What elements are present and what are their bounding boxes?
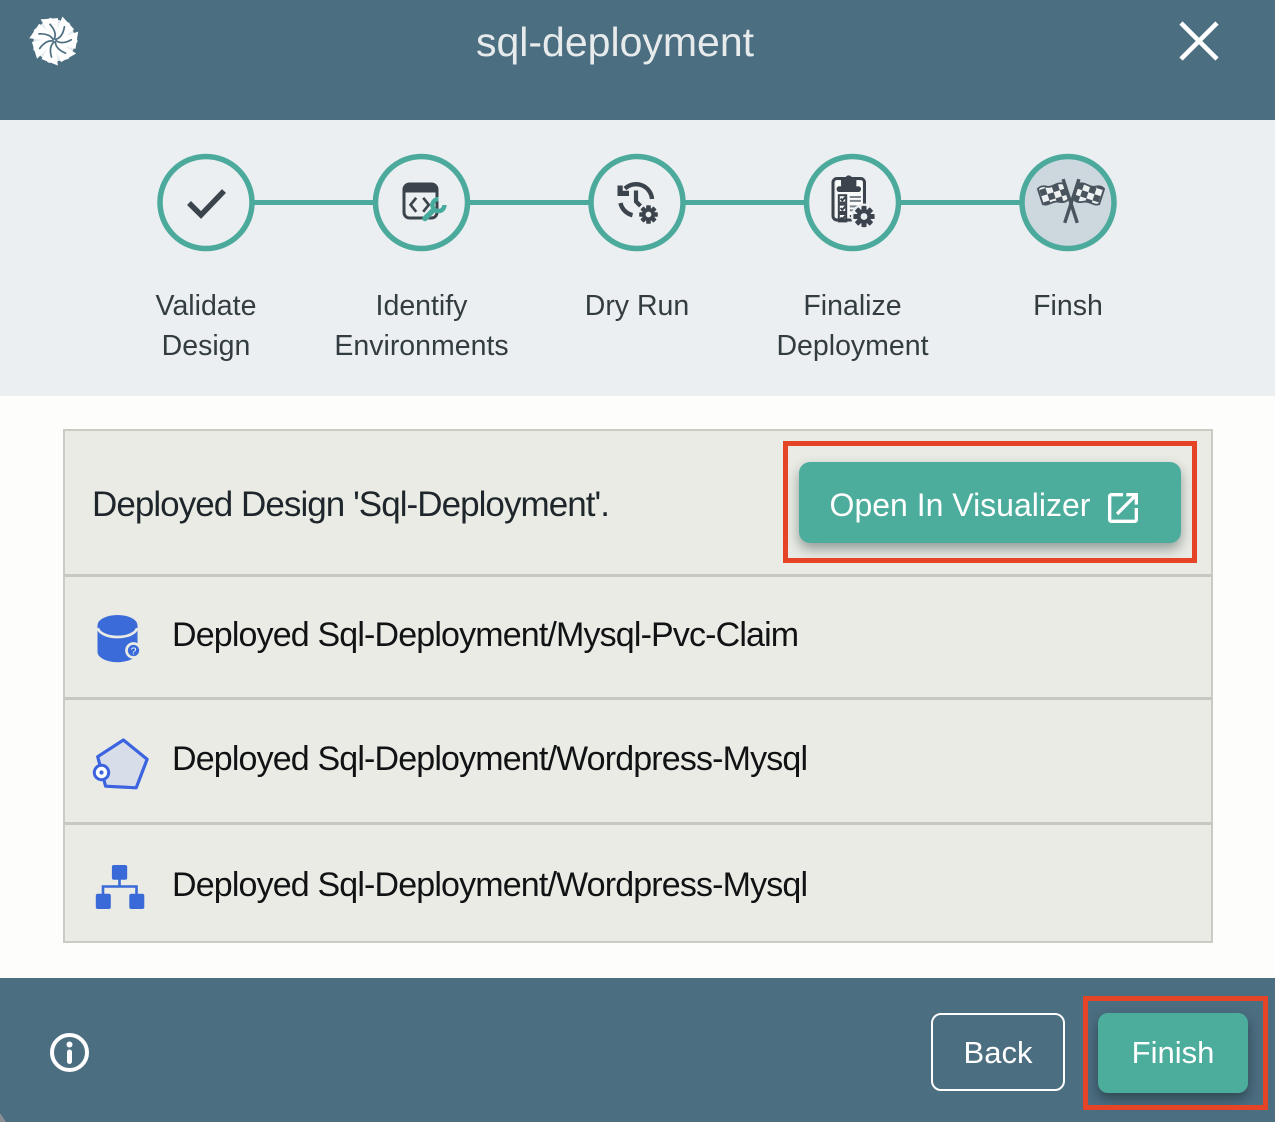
svg-text:?: ?: [131, 646, 137, 658]
